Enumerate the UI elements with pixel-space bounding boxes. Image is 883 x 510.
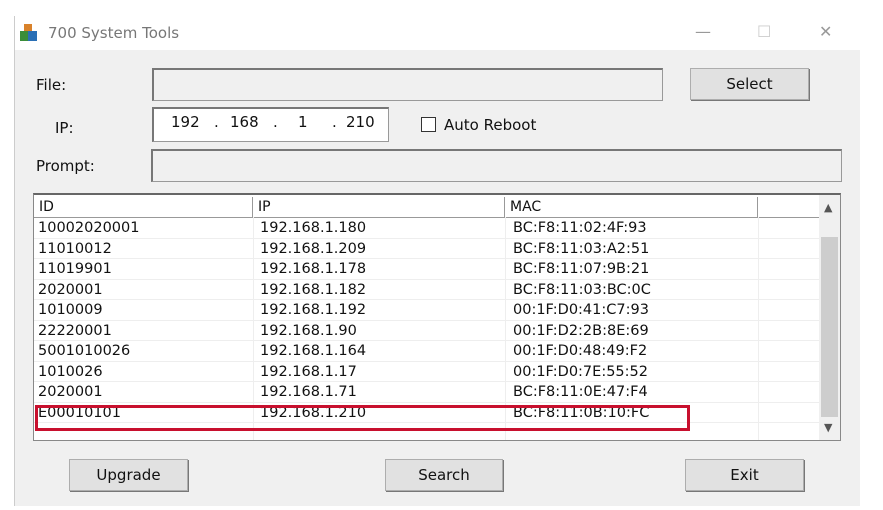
table-row[interactable]: 11010012 192.168.1.209 BC:F8:11:03:A2:51: [34, 239, 819, 259]
ip-label: IP:: [55, 119, 74, 137]
column-header-id[interactable]: ID: [34, 197, 253, 217]
table-row[interactable]: 1010009 192.168.1.192 00:1F:D0:41:C7:93: [34, 300, 819, 321]
cell-mac: BC:F8:11:02:4F:93: [513, 220, 647, 236]
ip-octet-4: 210: [346, 113, 375, 131]
cell-id: 11010012: [38, 240, 112, 257]
close-button[interactable]: ✕: [819, 22, 832, 41]
table-row[interactable]: 22220001 192.168.1.90 00:1F:D2:2B:8E:69: [34, 321, 819, 341]
cell-id: 5001010026: [38, 343, 131, 359]
cell-id: 10002020001: [38, 220, 140, 236]
cell-id: 2020001: [38, 384, 103, 400]
cell-mac: BC:F8:11:0E:47:F4: [513, 384, 648, 400]
title-bar: 700 System Tools — ☐ ✕: [15, 16, 860, 50]
table-row[interactable]: 10002020001 192.168.1.180 BC:F8:11:02:4F:9…: [34, 218, 819, 239]
table-row[interactable]: 5001010026 192.168.1.164 00:1F:D0:48:49:F2: [34, 341, 819, 362]
file-label: File:: [36, 76, 67, 94]
app-window: 700 System Tools — ☐ ✕ File: Select IP: …: [14, 16, 860, 506]
cell-ip: 192.168.1.178: [260, 261, 367, 277]
cell-mac: 00:1F:D0:7E:55:52: [513, 363, 648, 380]
prompt-field: [151, 149, 842, 182]
scroll-down-icon[interactable]: ▼: [824, 421, 832, 434]
scroll-up-icon[interactable]: ▲: [824, 201, 832, 214]
vertical-scrollbar[interactable]: ▲ ▼: [819, 195, 840, 440]
table-row[interactable]: 2020001 192.168.1.71 BC:F8:11:0E:47:F4: [34, 382, 819, 403]
window-title: 700 System Tools: [48, 24, 180, 42]
cell-mac: 00:1F:D0:48:49:F2: [513, 343, 648, 359]
cell-ip: 192.168.1.192: [260, 302, 367, 318]
column-header-ip[interactable]: IP: [253, 197, 505, 217]
select-button[interactable]: Select: [690, 68, 809, 100]
table-header: ID IP MAC: [34, 197, 819, 218]
cell-ip: 192.168.1.90: [260, 322, 357, 339]
search-button[interactable]: Search: [385, 459, 503, 491]
table-row[interactable]: 1010026 192.168.1.17 00:1F:D0:7E:55:52: [34, 362, 819, 382]
cell-ip: 192.168.1.182: [260, 281, 367, 298]
table-row[interactable]: 11019901 192.168.1.178 BC:F8:11:07:9B:21: [34, 259, 819, 280]
minimize-button[interactable]: —: [695, 22, 711, 41]
cell-id: 1010009: [38, 302, 103, 318]
device-table: ID IP MAC 10002020001 192.168.1.180 BC:F8:…: [33, 193, 841, 441]
cell-ip: 192.168.1.164: [260, 343, 367, 359]
column-header-mac[interactable]: MAC: [505, 197, 758, 217]
cell-mac: BC:F8:11:03:BC:0C: [513, 281, 651, 298]
cell-mac: 00:1F:D2:2B:8E:69: [513, 322, 649, 339]
cell-mac: BC:F8:11:07:9B:21: [513, 261, 650, 277]
prompt-label: Prompt:: [36, 157, 95, 175]
maximize-button[interactable]: ☐: [757, 22, 771, 41]
ip-octet-2: 168: [230, 113, 259, 131]
file-input[interactable]: [152, 68, 663, 101]
cell-id: 2020001: [38, 281, 103, 298]
table-row[interactable]: 2020001 192.168.1.182 BC:F8:11:03:BC:0C: [34, 280, 819, 300]
ip-separator: .: [273, 113, 278, 131]
cell-id: 11019901: [38, 261, 112, 277]
ip-octet-3: 1: [298, 113, 308, 131]
cell-mac: BC:F8:11:03:A2:51: [513, 240, 650, 257]
cell-ip: 192.168.1.17: [260, 363, 357, 380]
ip-octet-1: 192: [171, 113, 200, 131]
upgrade-button[interactable]: Upgrade: [69, 459, 188, 491]
auto-reboot-checkbox[interactable]: [421, 117, 436, 132]
cell-ip: 192.168.1.209: [260, 240, 367, 257]
scrollbar-thumb[interactable]: [821, 237, 838, 417]
ip-separator: .: [332, 113, 337, 131]
ip-separator: .: [214, 113, 219, 131]
auto-reboot-label[interactable]: Auto Reboot: [444, 116, 536, 134]
app-icon: [20, 24, 37, 41]
ip-address-input[interactable]: 192 . 168 . 1 . 210: [152, 107, 389, 142]
cell-ip: 192.168.1.71: [260, 384, 357, 400]
cell-mac: 00:1F:D0:41:C7:93: [513, 302, 649, 318]
selected-row-highlight: [35, 405, 690, 431]
cell-id: 1010026: [38, 363, 103, 380]
cell-id: 22220001: [38, 322, 112, 339]
exit-button[interactable]: Exit: [685, 459, 804, 491]
cell-ip: 192.168.1.180: [260, 220, 367, 236]
